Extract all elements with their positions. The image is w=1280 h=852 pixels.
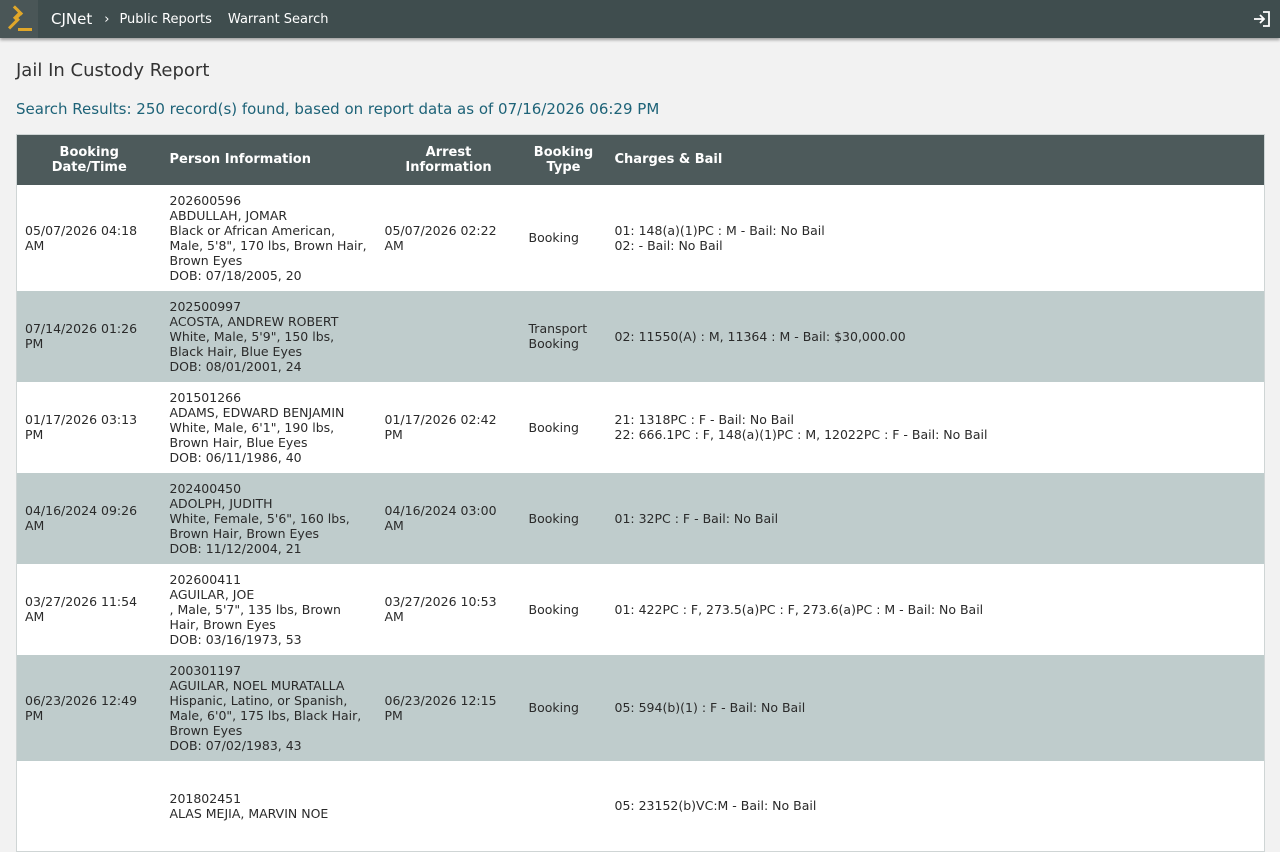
charges-bail-cell: 05: 23152(b)VC:M - Bail: No Bail: [607, 761, 1265, 852]
person-detail: DOB: 11/12/2004, 21: [169, 540, 302, 556]
person-info-cell: 202600411 AGUILAR, JOE, Male, 5'7", 135 l…: [162, 564, 377, 655]
booking-number: 202500997: [169, 298, 242, 314]
person-info-cell: 202400450 ADOLPH, JUDITH White, Female, 5'…: [162, 473, 377, 564]
person-name: ABDULLAH, JOMAR: [169, 207, 288, 223]
top-navbar: CJNet › Public Reports Warrant Search: [0, 0, 1280, 38]
booking-number: 201802451: [169, 790, 242, 806]
header-arrest-info[interactable]: Arrest Information: [377, 135, 521, 185]
sign-in-icon[interactable]: [1252, 9, 1272, 29]
booking-datetime-cell: 04/16/2024 09:26 AM: [25, 503, 138, 533]
charge-line: 02: - Bail: No Bail: [614, 237, 723, 253]
brand-link[interactable]: CJNet: [51, 10, 92, 28]
results-summary: Search Results: 250 record(s) found, bas…: [16, 100, 660, 118]
charge-line: 01: 32PC : F - Bail: No Bail: [614, 510, 779, 526]
charge-line: 02: 11550(A) : M, 11364 : M - Bail: $30,…: [614, 328, 906, 344]
person-detail: DOB: 06/11/1986, 40: [169, 449, 302, 465]
person-name: ALAS MEJIA, MARVIN NOE: [169, 805, 329, 821]
booking-type-cell: Booking: [528, 230, 579, 245]
charge-line: 05: 594(b)(1) : F - Bail: No Bail: [614, 700, 806, 715]
booking-type-cell: Booking: [528, 700, 579, 715]
arrest-info-cell: 06/23/2026 12:15 PM: [384, 692, 497, 723]
charges-bail-cell: 01: 422PC : F, 273.5(a)PC : F, 273.6(a)P…: [607, 564, 1265, 655]
charge-line: 21: 1318PC : F - Bail: No Bail: [614, 412, 795, 427]
person-detail: White, Male, 6'1", 190 lbs, Brown Hair, …: [169, 419, 335, 450]
charge-line: 01: 148(a)(1)PC : M - Bail: No Bail: [614, 222, 825, 238]
charge-line: 05: 23152(b)VC:M - Bail: No Bail: [614, 798, 817, 814]
booking-type-cell: [521, 761, 607, 852]
booking-datetime-cell: 07/14/2026 01:26 PM: [25, 321, 138, 351]
table-row: 06/23/2026 12:49 PM 200301197 AGUILAR, NOE…: [16, 654, 1265, 761]
header-person-info[interactable]: Person Information: [162, 135, 377, 185]
person-detail: DOB: 08/01/2001, 24: [169, 358, 302, 374]
table-row: 05/07/2026 04:18 AM 202600596 ABDULLAH, JO…: [16, 184, 1265, 291]
header-booking-datetime[interactable]: Booking Date/Time: [17, 135, 162, 185]
person-detail: Black or African American, Male, 5'8", 1…: [169, 222, 367, 268]
charges-bail-cell: 05: 594(b)(1) : F - Bail: No Bail: [607, 655, 1265, 761]
person-detail: White, Male, 5'9", 150 lbs, Black Hair, …: [169, 328, 335, 359]
booking-datetime-cell: 06/23/2026 12:49 PM: [25, 692, 138, 723]
arrest-info-cell: 03/27/2026 10:53 AM: [384, 594, 497, 624]
person-info-cell: 201802451 ALAS MEJIA, MARVIN NOE: [162, 761, 377, 852]
booking-number: 202400450: [169, 480, 242, 496]
booking-type-cell: Booking: [528, 510, 579, 526]
table-row: 07/14/2026 01:26 PM 202500997 ACOSTA, ANDR…: [16, 290, 1265, 382]
person-info-cell: 202500997 ACOSTA, ANDREW ROBERT White, Mal…: [162, 291, 377, 382]
booking-datetime-cell: 03/27/2026 11:54 AM: [25, 594, 138, 624]
main-content: Jail In Custody Report Search Results: 2…: [16, 38, 1265, 852]
booking-datetime-cell: 01/17/2026 03:13 PM: [25, 412, 138, 442]
breadcrumb-chevron-icon: ›: [104, 11, 110, 27]
table-row: 03/27/2026 11:54 AM 202600411 AGUILAR, JOE…: [16, 563, 1265, 655]
table-row: 201802451 ALAS MEJIA, MARVIN NOE 05: 23152…: [16, 760, 1265, 852]
arrest-info-cell: 01/17/2026 02:42 PM: [384, 412, 497, 442]
charges-bail-cell: 01: 148(a)(1)PC : M - Bail: No Bail 02: -…: [607, 185, 1265, 291]
charges-bail-cell: 01: 32PC : F - Bail: No Bail: [607, 473, 1265, 564]
nav-warrant-search[interactable]: Warrant Search: [228, 12, 329, 27]
person-name: ADAMS, EDWARD BENJAMIN: [169, 404, 345, 420]
header-booking-type[interactable]: Booking Type: [521, 135, 607, 185]
arrest-info-cell: [377, 291, 521, 382]
person-detail: , Male, 5'7", 135 lbs, Brown Hair, Brown…: [169, 601, 341, 632]
booking-number: 200301197: [169, 662, 242, 678]
person-detail: DOB: 03/16/1973, 53: [169, 631, 302, 647]
person-name: AGUILAR, NOEL MURATALLA: [169, 677, 345, 693]
table-header-row: Booking Date/Time Person Information Arr…: [16, 134, 1265, 185]
booking-datetime-cell: [17, 761, 162, 852]
person-name: ADOLPH, JUDITH: [169, 495, 273, 511]
person-info-cell: 202600596 ABDULLAH, JOMAR Black or African…: [162, 185, 377, 291]
header-charges-bail[interactable]: Charges & Bail: [607, 135, 1265, 185]
custody-results-table: Booking Date/Time Person Information Arr…: [16, 134, 1265, 852]
table-row: 01/17/2026 03:13 PM 201501266 ADAMS, EDWAR…: [16, 381, 1265, 473]
booking-number: 201501266: [169, 389, 242, 405]
booking-type-cell: Transport Booking: [528, 321, 588, 351]
booking-datetime-cell: 05/07/2026 04:18 AM: [25, 222, 138, 253]
person-info-cell: 201501266 ADAMS, EDWARD BENJAMIN White, Ma…: [162, 382, 377, 473]
person-detail: Hispanic, Latino, or Spanish, Male, 6'0"…: [169, 692, 362, 738]
booking-type-cell: Booking: [528, 601, 579, 617]
arrest-info-cell: 04/16/2024 03:00 AM: [384, 503, 497, 533]
charges-bail-cell: 21: 1318PC : F - Bail: No Bail 22: 666.1P…: [607, 382, 1265, 473]
table-row: 04/16/2024 09:26 AM 202400450 ADOLPH, JUDI…: [16, 472, 1265, 564]
person-name: ACOSTA, ANDREW ROBERT: [169, 313, 339, 329]
charge-line: 22: 666.1PC : F, 148(a)(1)PC : M, 12022P…: [614, 427, 988, 442]
person-detail: DOB: 07/18/2005, 20: [169, 267, 302, 283]
arrest-info-cell: 05/07/2026 02:22 AM: [384, 222, 497, 253]
booking-number: 202600411: [169, 571, 242, 587]
charge-line: 01: 422PC : F, 273.5(a)PC : F, 273.6(a)P…: [614, 601, 984, 617]
nav-public-reports[interactable]: Public Reports: [119, 12, 211, 27]
person-detail: White, Female, 5'6", 160 lbs, Brown Hair…: [169, 510, 350, 541]
booking-type-cell: Booking: [528, 419, 579, 435]
gavel-icon[interactable]: [0, 0, 38, 38]
page-title: Jail In Custody Report: [16, 60, 210, 81]
person-info-cell: 200301197 AGUILAR, NOEL MURATALLA Hispanic…: [162, 655, 377, 761]
person-detail: DOB: 07/02/1983, 43: [169, 737, 302, 753]
arrest-info-cell: [377, 761, 521, 852]
charges-bail-cell: 02: 11550(A) : M, 11364 : M - Bail: $30,…: [607, 291, 1265, 382]
person-name: AGUILAR, JOE: [169, 586, 255, 602]
booking-number: 202600596: [169, 192, 242, 208]
